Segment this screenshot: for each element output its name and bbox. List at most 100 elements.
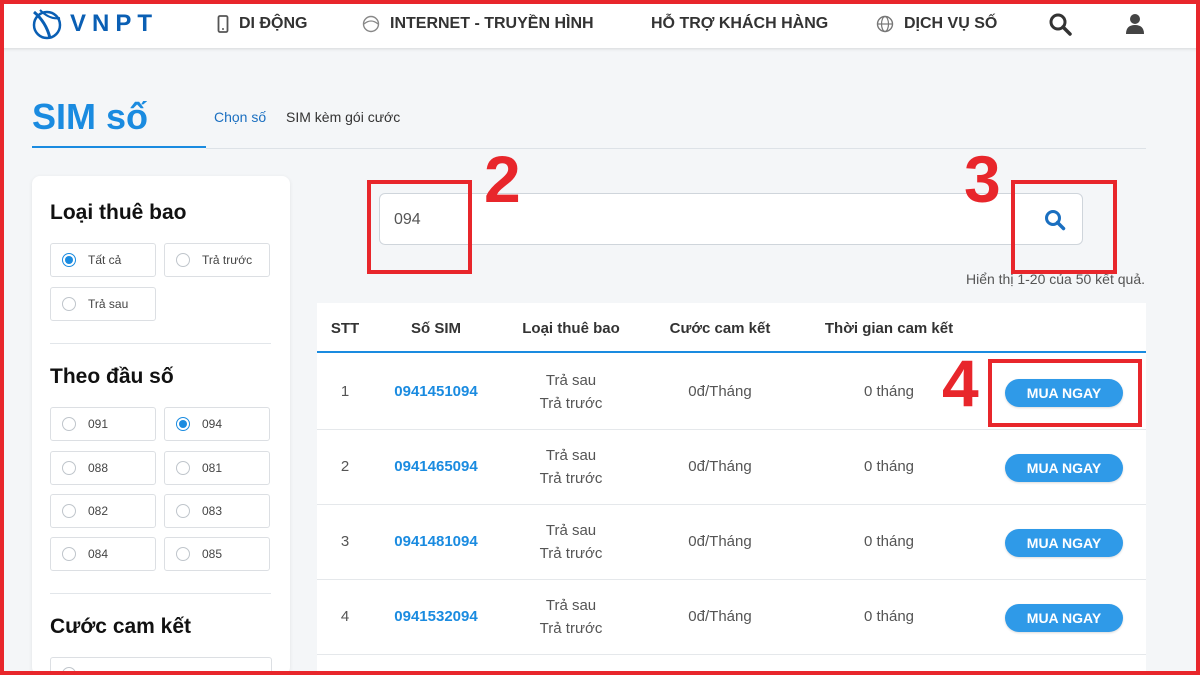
globe-icon xyxy=(362,15,380,33)
divider xyxy=(206,148,1146,149)
nav-label: INTERNET - TRUYỀN HÌNH xyxy=(390,15,594,32)
nav-label: DI ĐỘNG xyxy=(239,15,308,32)
row-type: Trả sau Trả trước xyxy=(540,369,603,415)
prefix-option-088[interactable]: 088 xyxy=(50,451,156,485)
option-label: 085 xyxy=(202,547,223,561)
buy-now-button[interactable]: MUA NGAY xyxy=(1005,604,1123,632)
table-row: 1 0941451094 Trả sau Trả trước 0đ/Tháng … xyxy=(317,355,1146,430)
account-button[interactable] xyxy=(1125,13,1145,40)
column-header-fee: Cước cam kết xyxy=(669,320,771,337)
result-count: Hiển thị 1-20 của 50 kết quả. xyxy=(965,271,1145,287)
radio[interactable] xyxy=(176,504,190,518)
vnpt-logo[interactable]: VNPT xyxy=(30,8,158,40)
row-fee: 0đ/Tháng xyxy=(688,458,752,475)
tab-sim-with-package[interactable]: SIM kèm gói cước xyxy=(286,109,400,125)
radio[interactable] xyxy=(62,297,76,311)
row-type: Trả sau Trả trước xyxy=(540,594,603,640)
type-prepaid: Trả trước xyxy=(539,395,603,412)
column-header-stt: STT xyxy=(330,320,360,337)
tab-choose-number[interactable]: Chọn số xyxy=(214,109,266,125)
type-postpaid: Trả sau xyxy=(545,447,597,464)
filter-sidebar: Loại thuê bao Tất cả Trả trước Trả sau T… xyxy=(32,176,290,675)
radio[interactable] xyxy=(62,547,76,561)
prefix-option-085[interactable]: 085 xyxy=(164,537,270,571)
option-label: 091 xyxy=(88,417,109,431)
mobile-phone-icon xyxy=(217,15,229,33)
title-underline xyxy=(32,146,206,148)
row-stt: 2 xyxy=(340,458,350,475)
type-postpaid: Trả sau xyxy=(545,372,597,389)
annotation-number: 4 xyxy=(942,346,979,420)
row-type: Trả sau Trả trước xyxy=(540,519,603,565)
nav-item-digital-services[interactable]: DỊCH VỤ SỐ xyxy=(876,0,997,48)
nav-label: DỊCH VỤ SỐ xyxy=(904,15,998,32)
table-row: 4 0941532094 Trả sau Trả trước 0đ/Tháng … xyxy=(317,580,1146,655)
radio[interactable] xyxy=(62,667,76,675)
row-stt: 1 xyxy=(340,383,350,400)
buy-now-button[interactable]: MUA NGAY xyxy=(1005,379,1123,407)
sim-search-button[interactable] xyxy=(1042,207,1068,233)
option-label: Trả sau xyxy=(88,297,129,311)
nav-item-support[interactable]: HỖ TRỢ KHÁCH HÀNG xyxy=(651,0,828,48)
row-duration: 0 tháng xyxy=(863,458,915,475)
nav-item-mobile[interactable]: DI ĐỘNG xyxy=(217,0,307,48)
table-row: 3 0941481094 Trả sau Trả trước 0đ/Tháng … xyxy=(317,505,1146,580)
filter-option-postpaid[interactable]: Trả sau xyxy=(50,287,156,321)
option-label: Tất cả xyxy=(88,253,122,267)
radio[interactable] xyxy=(176,253,190,267)
option-label: Trả trước xyxy=(202,253,253,267)
row-duration: 0 tháng xyxy=(863,608,915,625)
sim-number-link[interactable]: 0941532094 xyxy=(394,608,477,625)
row-fee: 0đ/Tháng xyxy=(688,383,752,400)
sim-number-link[interactable]: 0941451094 xyxy=(394,383,477,400)
option-label: 094 xyxy=(202,417,223,431)
annotation-number: 3 xyxy=(964,142,1001,216)
sim-number-link[interactable]: 0941481094 xyxy=(394,533,477,550)
radio[interactable] xyxy=(176,461,190,475)
prefix-option-091[interactable]: 091 xyxy=(50,407,156,441)
buy-now-button[interactable]: MUA NGAY xyxy=(1005,529,1123,557)
header-search-button[interactable] xyxy=(1048,12,1072,41)
radio[interactable] xyxy=(62,417,76,431)
prefix-option-083[interactable]: 083 xyxy=(164,494,270,528)
type-prepaid: Trả trước xyxy=(539,470,603,487)
table-row: 2 0941465094 Trả sau Trả trước 0đ/Tháng … xyxy=(317,430,1146,505)
filter-heading-prefix: Theo đầu số xyxy=(50,365,174,388)
filter-option-all[interactable]: Tất cả xyxy=(50,243,156,277)
radio-checked[interactable] xyxy=(62,253,76,267)
row-type: Trả sau Trả trước xyxy=(540,444,603,490)
search-icon xyxy=(1045,210,1066,231)
option-label: 081 xyxy=(202,461,223,475)
nav-item-internet-tv[interactable]: INTERNET - TRUYỀN HÌNH xyxy=(362,0,594,48)
sim-number-link[interactable]: 0941465094 xyxy=(394,458,477,475)
prefix-option-082[interactable]: 082 xyxy=(50,494,156,528)
user-icon xyxy=(1126,14,1144,34)
sidebar-divider xyxy=(50,593,271,594)
prefix-option-094[interactable]: 094 xyxy=(164,407,270,441)
filter-heading-subscriber-type: Loại thuê bao xyxy=(50,201,187,224)
column-header-type: Loại thuê bao xyxy=(522,320,620,337)
page-title: SIM số xyxy=(32,96,149,137)
nav-label: HỖ TRỢ KHÁCH HÀNG xyxy=(651,15,829,32)
option-label: 084 xyxy=(88,547,109,561)
top-nav-bar: VNPT DI ĐỘNG INTERNET - TRUYỀN HÌNH HỖ T… xyxy=(0,0,1200,48)
filter-heading-commitment: Cước cam kết xyxy=(50,615,192,638)
buy-now-button[interactable]: MUA NGAY xyxy=(1005,454,1123,482)
commitment-option[interactable] xyxy=(50,657,272,675)
row-fee: 0đ/Tháng xyxy=(688,533,752,550)
option-label: 088 xyxy=(88,461,109,475)
row-fee: 0đ/Tháng xyxy=(688,608,752,625)
type-postpaid: Trả sau xyxy=(545,522,597,539)
logo-text: VNPT xyxy=(70,10,159,37)
radio[interactable] xyxy=(176,547,190,561)
radio-checked[interactable] xyxy=(176,417,190,431)
row-stt: 4 xyxy=(340,608,350,625)
sidebar-divider xyxy=(50,343,271,344)
prefix-option-081[interactable]: 081 xyxy=(164,451,270,485)
filter-option-prepaid[interactable]: Trả trước xyxy=(164,243,270,277)
row-duration: 0 tháng xyxy=(863,383,915,400)
prefix-option-084[interactable]: 084 xyxy=(50,537,156,571)
radio[interactable] xyxy=(62,461,76,475)
radio[interactable] xyxy=(62,504,76,518)
table-header: STT Số SIM Loại thuê bao Cước cam kết Th… xyxy=(317,303,1146,353)
